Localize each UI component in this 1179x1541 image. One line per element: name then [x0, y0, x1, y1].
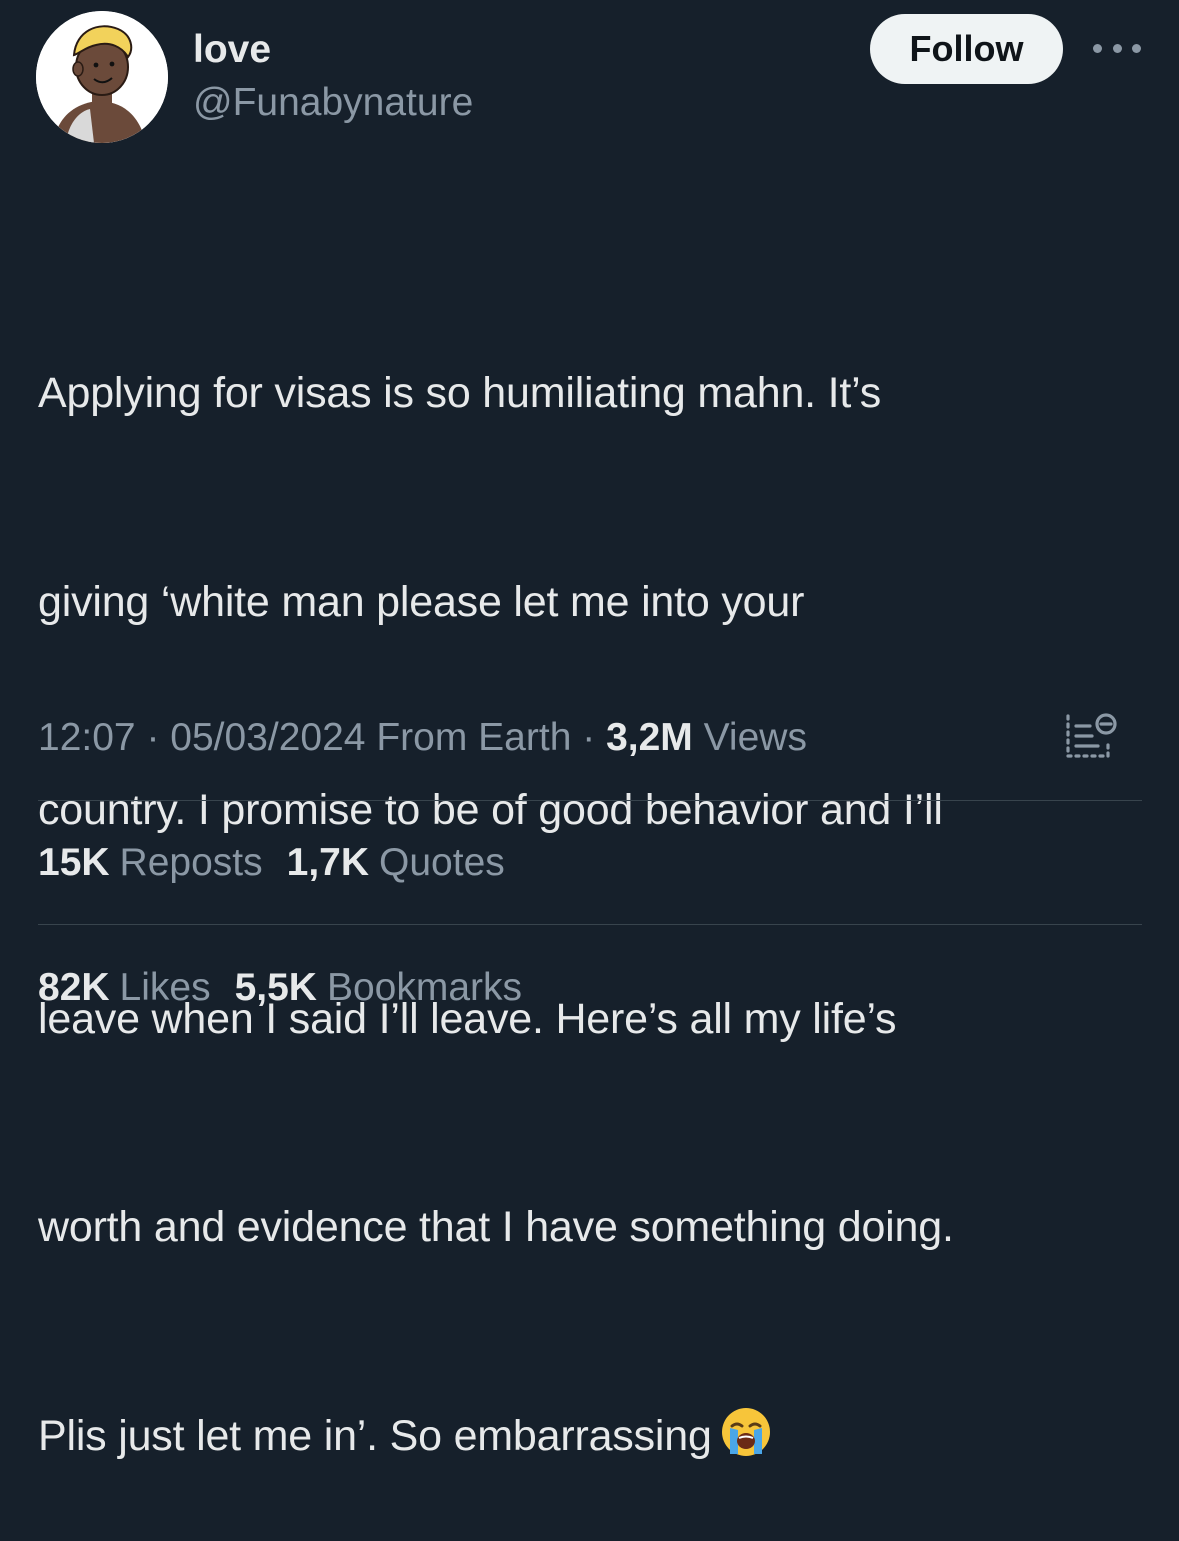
tweet-location: From Earth — [376, 716, 572, 759]
user-handle[interactable]: @Funabynature — [193, 80, 473, 126]
follow-button[interactable]: Follow — [870, 14, 1063, 84]
meta-separator: · — [582, 716, 596, 759]
tweet-date[interactable]: 05/03/2024 — [170, 716, 365, 759]
quotes-label: Quotes — [379, 841, 505, 884]
more-horizontal-icon[interactable] — [1093, 38, 1141, 58]
divider — [38, 924, 1142, 925]
stats-row-likes-bookmarks: 82K Likes 5,5K Bookmarks — [38, 962, 522, 1014]
bookmarks-stat[interactable]: 5,5K Bookmarks — [235, 962, 522, 1014]
meta-separator: · — [146, 716, 160, 759]
tweet-line: giving ‘white man please let me into you… — [38, 577, 805, 626]
likes-stat[interactable]: 82K Likes — [38, 962, 211, 1014]
analytics-icon[interactable] — [1062, 710, 1118, 766]
divider — [38, 800, 1142, 801]
views-label: Views — [703, 716, 807, 759]
tweet-time[interactable]: 12:07 — [38, 716, 136, 759]
likes-label: Likes — [119, 966, 211, 1009]
more-dot — [1112, 43, 1122, 53]
tweet-line-text: Plis just let me in’. So embarrassing — [38, 1411, 712, 1460]
tweet-line: Applying for visas is so humiliating mah… — [38, 369, 882, 417]
cartoon-avatar-icon — [36, 11, 168, 143]
reposts-stat[interactable]: 15K Reposts — [38, 837, 263, 889]
likes-count: 82K — [38, 966, 110, 1009]
tweet-line: country. I promise to be of good behavio… — [38, 786, 943, 834]
display-name[interactable]: love — [193, 27, 271, 73]
tweet-line: worth and evidence that I have something… — [38, 1203, 954, 1251]
tweet-line-last: Plis just let me in’. So embarrassing — [38, 1402, 1158, 1472]
loudly-crying-face-emoji-icon — [721, 1407, 770, 1456]
bookmarks-count: 5,5K — [234, 966, 317, 1009]
quotes-count: 1,7K — [286, 841, 370, 884]
more-dot — [1093, 43, 1102, 53]
quotes-stat[interactable]: 1,7K Quotes — [287, 837, 505, 889]
reposts-label: Reposts — [119, 841, 263, 884]
reposts-count: 15K — [38, 841, 110, 884]
more-dot — [1132, 43, 1141, 53]
stats-row-reposts-quotes: 15K Reposts 1,7K Quotes — [38, 837, 505, 889]
views-count: 3,2M — [606, 716, 693, 759]
tweet-meta: 12:07 · 05/03/2024 From Earth · 3,2M Vie… — [38, 712, 807, 764]
bookmarks-label: Bookmarks — [326, 966, 523, 1009]
avatar[interactable] — [36, 11, 168, 143]
